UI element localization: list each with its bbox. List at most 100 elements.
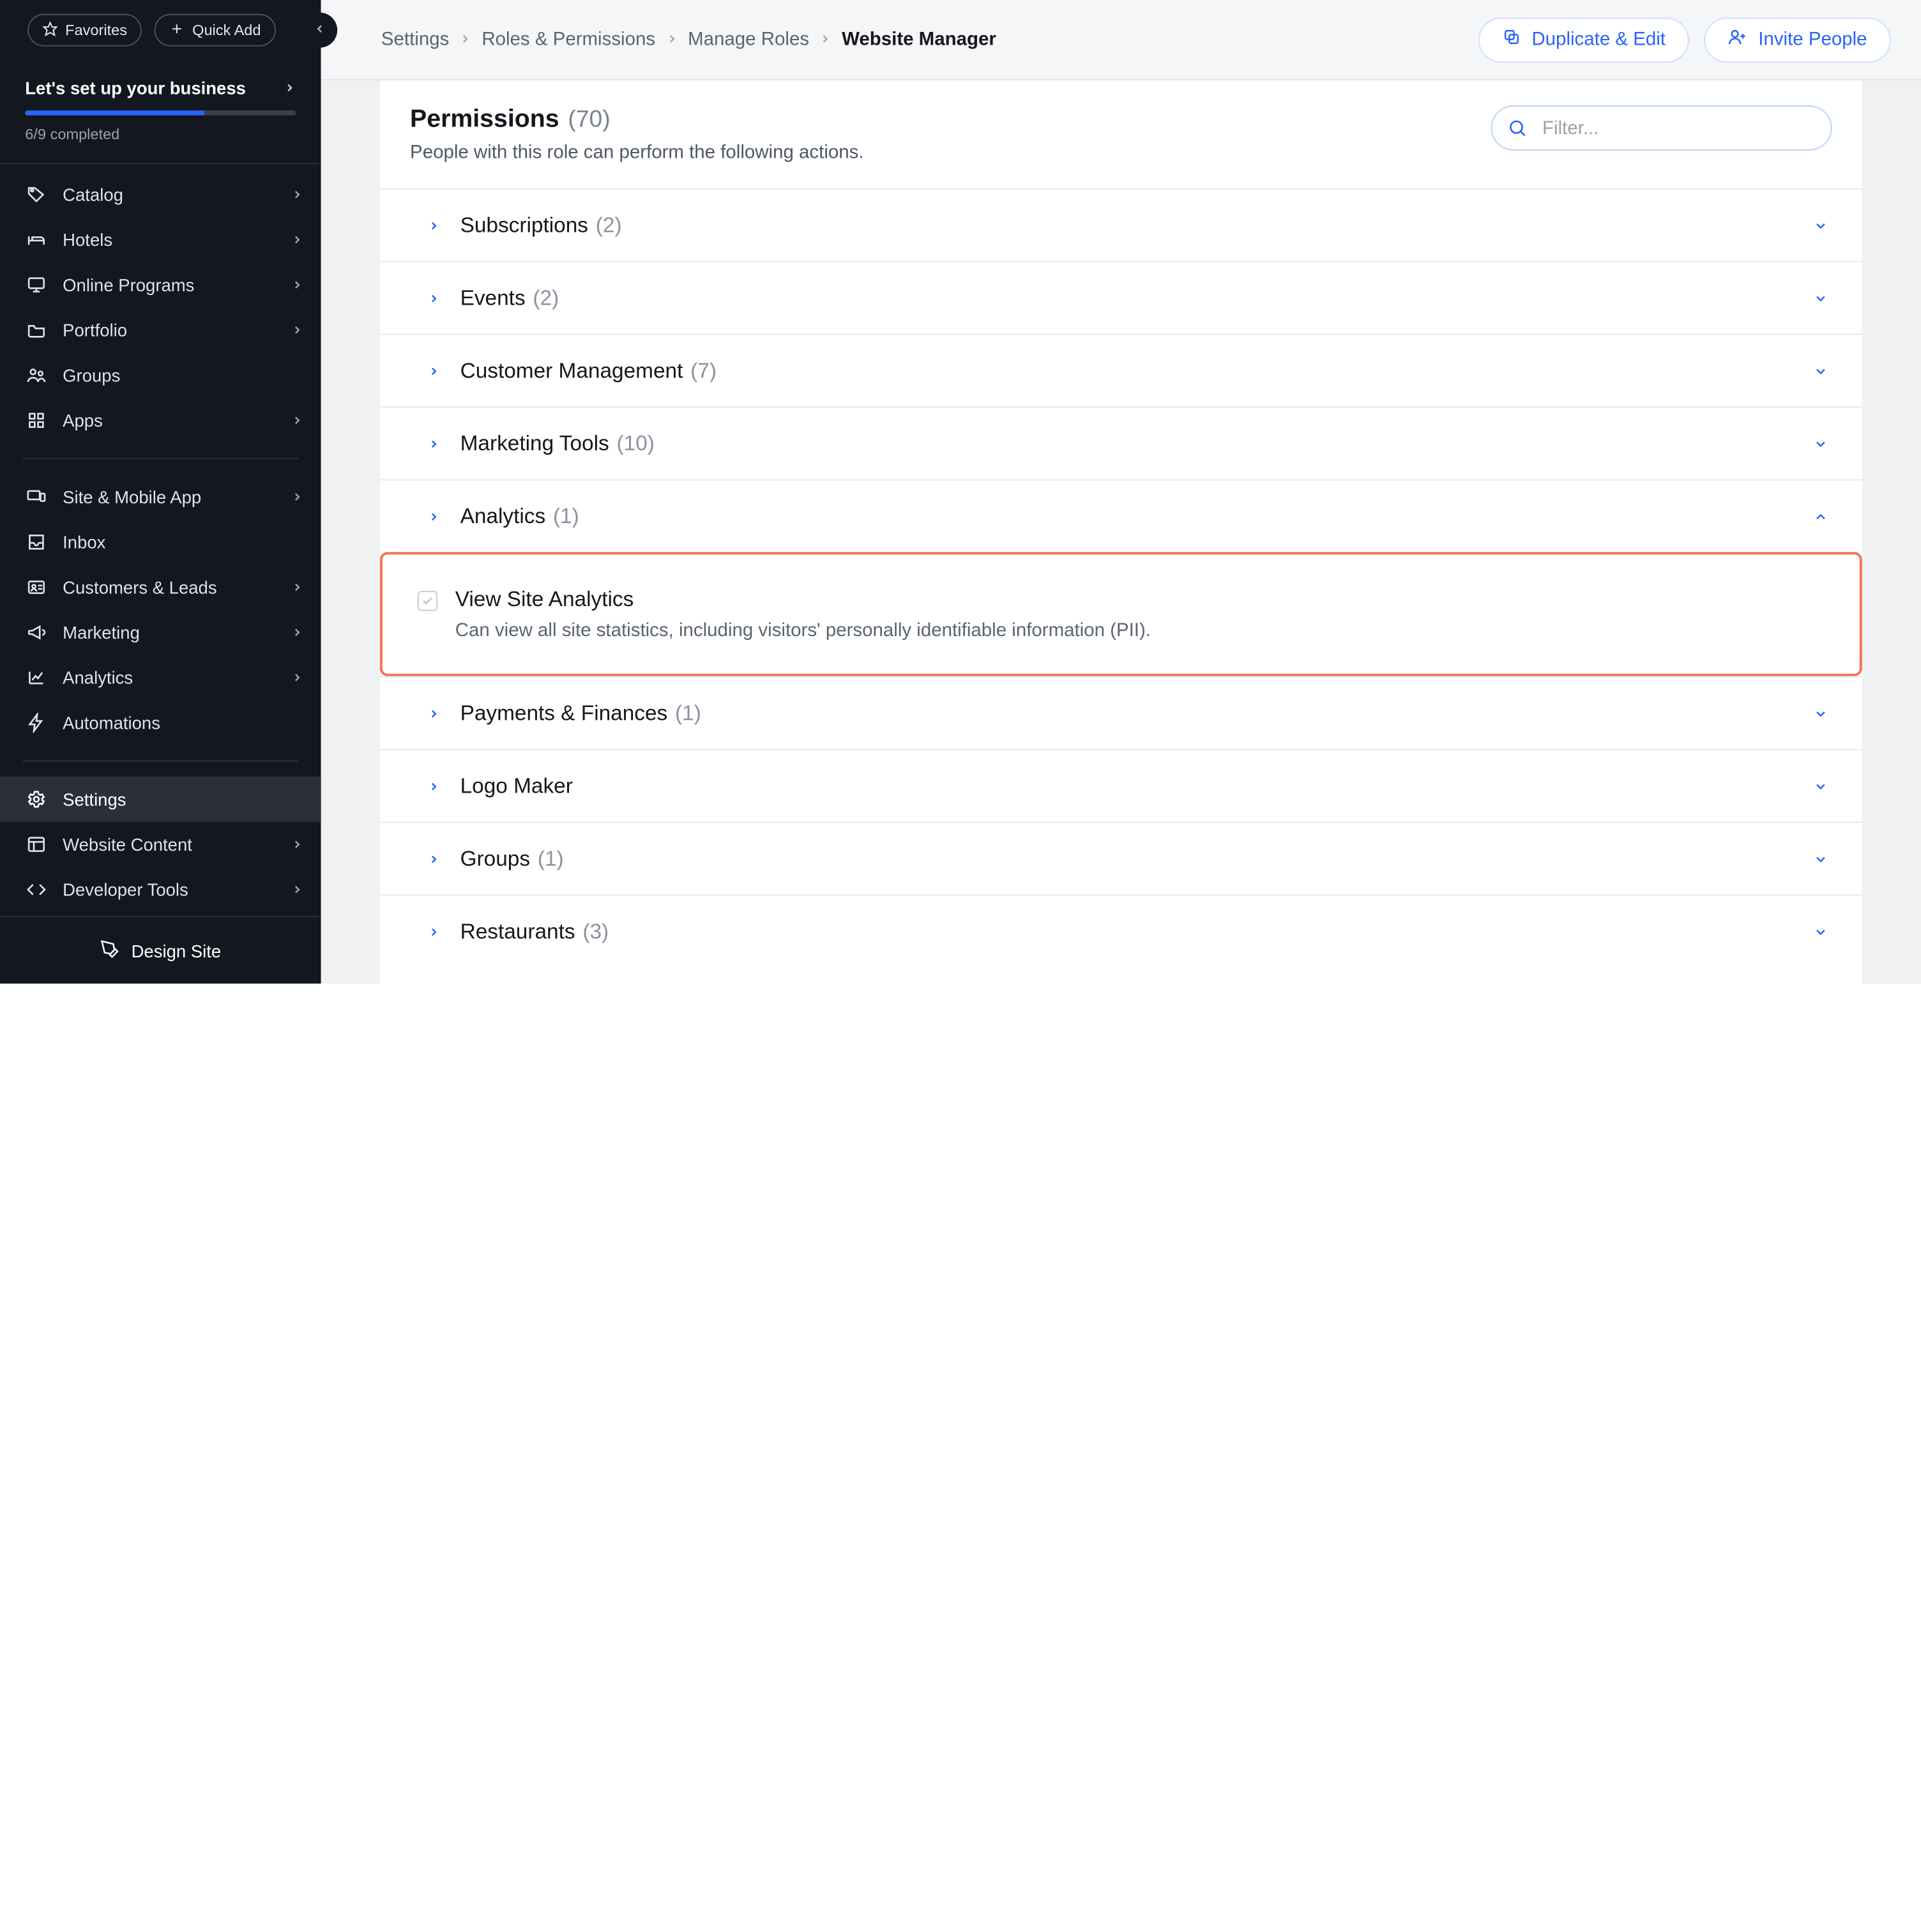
tag-icon	[25, 183, 47, 206]
sidebar-item-customers-leads[interactable]: Customers & Leads	[0, 565, 321, 610]
duplicate-edit-button[interactable]: Duplicate & Edit	[1478, 17, 1689, 63]
permission-group-name: Analytics	[460, 504, 546, 529]
permission-group-name: Restaurants	[460, 919, 575, 944]
chevron-right-icon	[291, 229, 304, 249]
topbar: Settings Roles & Permissions Manage Roles W…	[321, 0, 1921, 80]
chevron-down-icon	[1809, 702, 1832, 724]
sidebar-nav-scroll[interactable]: Catalog Hotels Online Programs Portfolio Gro…	[0, 164, 321, 916]
sidebar-item-label: Inbox	[63, 532, 303, 552]
permission-group-groups[interactable]: Groups (1)	[380, 822, 1862, 895]
sidebar-item-analytics[interactable]: Analytics	[0, 655, 321, 700]
sidebar-item-online-programs[interactable]: Online Programs	[0, 262, 321, 308]
breadcrumb-item[interactable]: Settings	[381, 29, 449, 50]
permission-group-name: Marketing Tools	[460, 431, 609, 456]
setup-title: Let's set up your business	[25, 78, 246, 98]
chevron-right-icon	[423, 775, 445, 797]
sidebar-item-inbox[interactable]: Inbox	[0, 519, 321, 565]
sidebar-item-apps[interactable]: Apps	[0, 398, 321, 443]
sidebar-item-site-mobile[interactable]: Site & Mobile App	[0, 475, 321, 520]
permission-group-count: (1)	[675, 701, 701, 726]
grid-icon	[25, 409, 47, 431]
panel-count: (70)	[568, 107, 610, 134]
chevron-down-icon	[1809, 848, 1832, 870]
permission-group-count: (3)	[582, 919, 609, 944]
permission-group-name: Payments & Finances	[460, 701, 668, 726]
filter-wrap	[1491, 105, 1832, 151]
chevron-down-icon	[1809, 920, 1832, 943]
permission-checkbox[interactable]	[418, 591, 437, 611]
permission-group-payments-finances[interactable]: Payments & Finances (1)	[380, 676, 1862, 749]
permission-group-logo-maker[interactable]: Logo Maker	[380, 749, 1862, 822]
chevron-right-icon	[423, 360, 445, 382]
setup-card[interactable]: Let's set up your business 6/9 completed	[0, 60, 321, 164]
sidebar-item-developer-tools[interactable]: Developer Tools	[0, 867, 321, 912]
sidebar-item-website-content[interactable]: Website Content	[0, 822, 321, 867]
permission-item-view-site-analytics: View Site AnalyticsCan view all site sta…	[380, 552, 1862, 676]
breadcrumb-item[interactable]: Manage Roles	[688, 29, 809, 50]
permission-item-title: View Site Analytics	[455, 587, 1151, 612]
permission-group-name: Customer Management	[460, 358, 683, 383]
filter-input[interactable]	[1491, 105, 1832, 151]
panel-title: Permissions	[410, 105, 559, 134]
chevron-right-icon	[423, 920, 445, 943]
people-icon	[25, 364, 47, 386]
chevron-right-icon	[291, 879, 304, 899]
content-scroll[interactable]: Permissions (70) People with this role c…	[321, 80, 1921, 984]
design-site-button[interactable]: Design Site	[0, 916, 321, 984]
sidebar-item-label: Portfolio	[63, 320, 276, 340]
chevron-right-icon	[291, 622, 304, 642]
chevron-right-icon	[665, 29, 678, 50]
chevron-down-icon	[1809, 775, 1832, 797]
folder-icon	[25, 319, 47, 341]
invite-people-label: Invite People	[1758, 29, 1867, 50]
permission-group-name: Subscriptions	[460, 213, 588, 238]
sidebar-item-settings[interactable]: Settings	[0, 777, 321, 822]
chevron-down-icon	[1809, 360, 1832, 382]
design-site-label: Design Site	[132, 940, 222, 960]
setup-sub: 6/9 completed	[25, 125, 296, 143]
permissions-list: Subscriptions(2)Events(2)Customer Manage…	[380, 188, 1862, 968]
nav-group-3: Settings Website Content Developer Tools	[0, 769, 321, 916]
sidebar-item-label: Hotels	[63, 229, 276, 249]
permission-group-events[interactable]: Events(2)	[380, 261, 1862, 334]
sidebar-item-hotels[interactable]: Hotels	[0, 217, 321, 262]
chevron-right-icon	[291, 275, 304, 294]
inbox-icon	[25, 531, 47, 553]
sidebar-item-marketing[interactable]: Marketing	[0, 610, 321, 655]
breadcrumb-item: Website Manager	[842, 29, 996, 50]
permission-group-customer-management[interactable]: Customer Management(7)	[380, 334, 1862, 407]
chevron-right-icon	[423, 505, 445, 528]
sidebar-item-label: Customers & Leads	[63, 577, 276, 597]
sidebar-item-groups[interactable]: Groups	[0, 353, 321, 398]
favorites-button[interactable]: Favorites	[27, 14, 142, 47]
chevron-right-icon	[819, 29, 832, 50]
sidebar-item-portfolio[interactable]: Portfolio	[0, 307, 321, 353]
quick-add-label: Quick Add	[192, 21, 261, 39]
sidebar-collapse-button[interactable]	[302, 13, 337, 48]
permission-group-analytics[interactable]: Analytics(1)	[380, 479, 1862, 552]
breadcrumb-item[interactable]: Roles & Permissions	[482, 29, 655, 50]
invite-people-button[interactable]: Invite People	[1705, 17, 1891, 63]
user-plus-icon	[1728, 27, 1747, 51]
sidebar: Favorites Quick Add Let's set up your bu…	[0, 0, 321, 984]
monitor-icon	[25, 273, 47, 296]
chevron-right-icon	[291, 320, 304, 340]
sidebar-item-catalog[interactable]: Catalog	[0, 172, 321, 217]
chevron-right-icon	[423, 848, 445, 870]
permission-group-subscriptions[interactable]: Subscriptions(2)	[380, 188, 1862, 261]
permission-group-count: (2)	[533, 285, 559, 310]
favorites-label: Favorites	[65, 21, 127, 39]
main: Settings Roles & Permissions Manage Roles W…	[321, 0, 1921, 984]
sidebar-item-label: Site & Mobile App	[63, 487, 276, 506]
nav-divider	[22, 458, 298, 459]
permission-group-count: (1)	[538, 846, 564, 871]
sidebar-item-label: Website Content	[63, 834, 276, 854]
sidebar-item-automations[interactable]: Automations	[0, 700, 321, 745]
permission-group-name: Groups	[460, 846, 530, 871]
permission-group-restaurants[interactable]: Restaurants (3)	[380, 895, 1862, 968]
permission-group-marketing-tools[interactable]: Marketing Tools(10)	[380, 406, 1862, 479]
sidebar-item-label: Automations	[63, 713, 303, 733]
quick-add-button[interactable]: Quick Add	[155, 14, 276, 47]
plus-icon	[170, 20, 185, 39]
sidebar-item-label: Apps	[63, 410, 276, 430]
